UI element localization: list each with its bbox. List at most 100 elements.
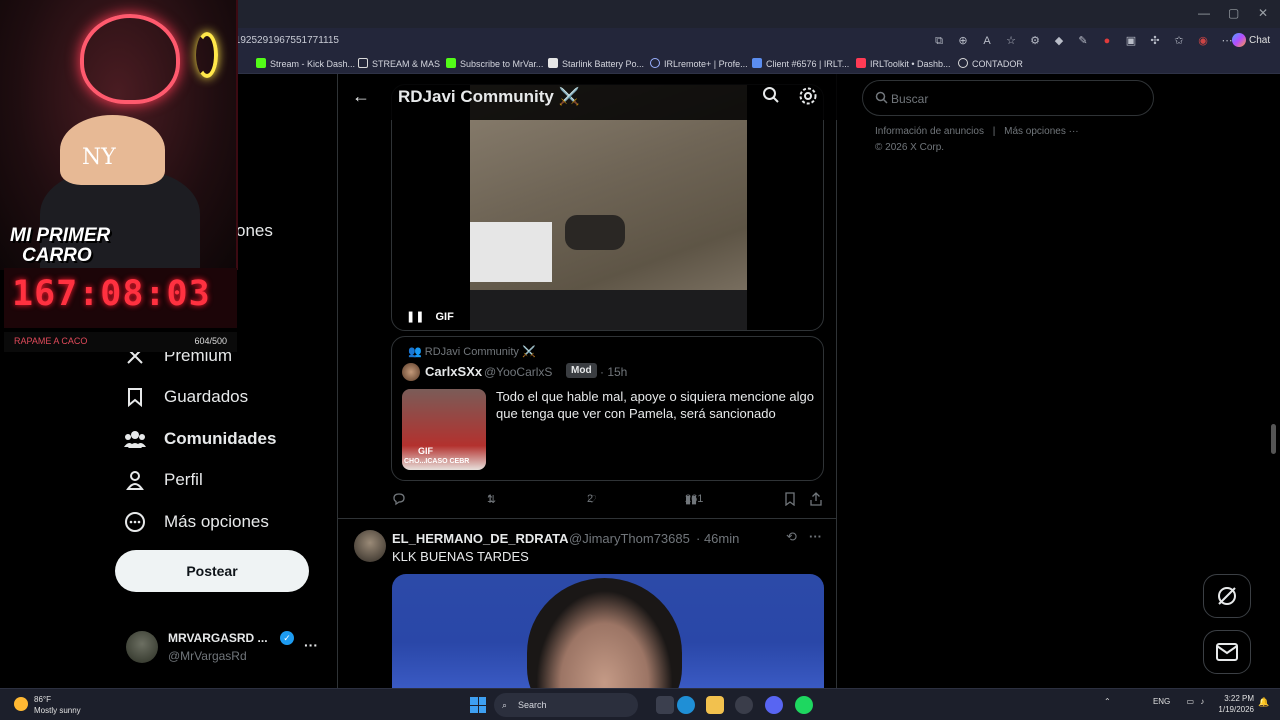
- gear-icon[interactable]: [798, 86, 818, 111]
- sidebar-item-mas-opciones[interactable]: Más opciones: [124, 506, 269, 538]
- bookmark-item[interactable]: Client #6576 | IRLT...: [752, 57, 849, 71]
- author-name[interactable]: CarlxSXx: [425, 364, 482, 379]
- url-field[interactable]: /1925291967551771115: [232, 31, 952, 51]
- extension-icon[interactable]: ⚙: [1026, 32, 1044, 50]
- zoom-icon[interactable]: ⊕: [954, 32, 972, 50]
- network-icon[interactable]: ▭: [1187, 697, 1195, 706]
- extension-icon[interactable]: ▣: [1122, 32, 1140, 50]
- file-explorer-icon[interactable]: [706, 696, 724, 714]
- more-options-link[interactable]: Más opciones ···: [1004, 126, 1078, 137]
- gif-controls[interactable]: ❚❚ GIF: [406, 310, 454, 323]
- post-time: · 15h: [600, 365, 628, 379]
- bookmark-item[interactable]: Starlink Battery Po...: [548, 57, 644, 71]
- more-icon[interactable]: ···: [304, 637, 318, 653]
- search-input[interactable]: [891, 89, 1141, 109]
- sun-icon: [14, 697, 28, 711]
- main-timeline: ❚❚ GIF 👥 RDJavi Community ⚔️ CarlxSXx @Y…: [337, 74, 837, 688]
- sidebar-item-comunidades[interactable]: Comunidades: [124, 423, 276, 455]
- reply-icon[interactable]: [392, 492, 406, 509]
- copilot-chat-button[interactable]: Chat: [1232, 31, 1270, 51]
- post-text: Todo el que hable mal, apoye o siquiera …: [496, 389, 814, 421]
- extensions-puzzle-icon[interactable]: ✣: [1146, 32, 1164, 50]
- clock-time: 3:22 PM: [1224, 694, 1254, 703]
- sidebar-item-label: Guardados: [164, 387, 249, 406]
- account-switcher[interactable]: MRVARGASRD ... ✓ @MrVargasRd ···: [126, 629, 326, 669]
- overlay-footer: RAPAME A CACO 604/500: [4, 332, 237, 352]
- notification-icon[interactable]: 🔔: [1258, 697, 1269, 708]
- scrollbar-thumb[interactable]: [1271, 424, 1276, 454]
- favorite-star-icon[interactable]: ☆: [1002, 32, 1020, 50]
- grok-icon[interactable]: ⟲: [786, 529, 797, 545]
- post-media[interactable]: [392, 574, 824, 688]
- gif-media-card[interactable]: ❚❚ GIF: [391, 84, 824, 331]
- avatar[interactable]: [402, 363, 420, 381]
- taskbar-clock[interactable]: 3:22 PM 1/19/2026: [1210, 693, 1254, 715]
- pause-icon[interactable]: ❚❚: [406, 311, 424, 323]
- profile-icon: [124, 469, 146, 491]
- extension-icon[interactable]: ●: [1098, 32, 1116, 50]
- sidebar-item-guardados[interactable]: Guardados: [124, 381, 248, 413]
- quoted-post[interactable]: 👥 RDJavi Community ⚔️ CarlxSXx @YooCarlx…: [391, 336, 824, 481]
- extension-icon[interactable]: ◆: [1050, 32, 1068, 50]
- bookmark-icon: [124, 386, 146, 408]
- neon-sign: [80, 14, 180, 104]
- app-icon[interactable]: [735, 696, 753, 714]
- search-field[interactable]: [862, 80, 1154, 116]
- language-indicator[interactable]: ENG: [1153, 697, 1170, 706]
- extension-icon[interactable]: ✎: [1074, 32, 1092, 50]
- browser-toolbar-icons: ⧉ ⊕ A ☆ ⚙ ◆ ✎ ● ▣ ✣ ✩ ◉ ⋯: [930, 31, 1236, 51]
- gif-label: GIF: [435, 311, 454, 323]
- back-arrow-icon[interactable]: ←: [352, 86, 370, 107]
- volume-icon[interactable]: ♪: [1200, 697, 1204, 706]
- post-time: · 46min: [696, 531, 740, 546]
- author-name[interactable]: EL_HERMANO_DE_RDRATA: [392, 531, 568, 546]
- chevron-up-icon[interactable]: ⌃: [1104, 697, 1111, 706]
- hand-shape: [565, 215, 625, 250]
- avatar[interactable]: [354, 530, 386, 562]
- author-handle: @YooCarlxS: [484, 365, 553, 379]
- sidebar-item-partial[interactable]: ones: [236, 221, 273, 241]
- maximize-button[interactable]: ▢: [1228, 6, 1239, 20]
- favorites-icon[interactable]: ✩: [1170, 32, 1188, 50]
- minimize-button[interactable]: —: [1198, 6, 1210, 20]
- overlay-banner: MI PRIMER CARRO: [10, 226, 110, 266]
- bookmark-item[interactable]: Subscribe to MrVar...: [446, 57, 543, 71]
- post-text: KLK BUENAS TARDES: [392, 549, 529, 564]
- task-view-icon[interactable]: [656, 696, 674, 714]
- spotify-icon[interactable]: [795, 696, 813, 714]
- gif-image: [470, 85, 747, 330]
- bookmark-icon[interactable]: [784, 492, 796, 509]
- search-icon[interactable]: [762, 86, 780, 109]
- messages-button[interactable]: [1203, 630, 1251, 674]
- edge-icon[interactable]: [677, 696, 695, 714]
- verified-badge-icon: ✓: [280, 631, 294, 645]
- more-options-icon: [124, 511, 146, 533]
- bookmark-item[interactable]: IRLToolkit • Dashb...: [856, 57, 951, 71]
- close-window-button[interactable]: ✕: [1258, 6, 1268, 20]
- more-icon[interactable]: ···: [809, 529, 822, 544]
- ads-info-link[interactable]: Información de anuncios: [875, 126, 984, 137]
- search-icon: [875, 91, 888, 109]
- author-handle: @JimaryThom73685: [569, 531, 690, 546]
- sidebar-item-perfil[interactable]: Perfil: [124, 464, 203, 496]
- irl-icon: [752, 58, 762, 68]
- post-button[interactable]: Postear: [115, 550, 309, 592]
- gif-thumbnail[interactable]: GIF CHO...ICASO CEBR: [402, 389, 486, 470]
- discord-icon[interactable]: [765, 696, 783, 714]
- install-app-icon[interactable]: ⧉: [930, 32, 948, 50]
- bookmark-item[interactable]: Stream - Kick Dash...: [256, 57, 355, 71]
- copyright: © 2026 X Corp.: [875, 142, 945, 153]
- read-aloud-icon[interactable]: A: [978, 32, 996, 50]
- bookmark-item[interactable]: CONTADOR: [958, 57, 1023, 71]
- bookmark-item[interactable]: STREAM & MAS: [358, 57, 440, 71]
- cap-logo: NY: [82, 145, 116, 170]
- profile-avatar-icon[interactable]: ◉: [1194, 32, 1212, 50]
- grok-icon: [1218, 587, 1236, 605]
- bookmark-item[interactable]: IRLremote+ | Profe...: [650, 57, 748, 71]
- grok-button[interactable]: [1203, 574, 1251, 618]
- share-icon[interactable]: [809, 492, 823, 509]
- start-button[interactable]: [470, 697, 486, 713]
- divider: [338, 518, 837, 519]
- taskbar-search[interactable]: ⌕ Search: [494, 693, 638, 717]
- weather-widget[interactable]: 86°F Mostly sunny: [14, 693, 104, 717]
